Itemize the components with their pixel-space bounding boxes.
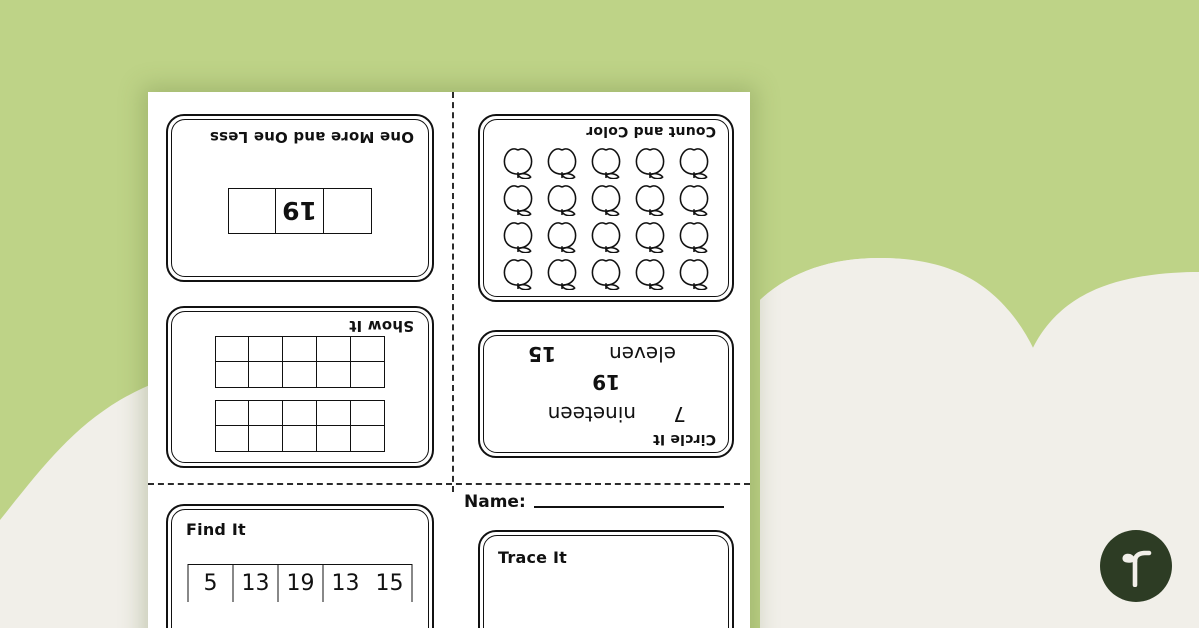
apple-outline-icon[interactable] — [674, 181, 714, 216]
apple-outline-icon[interactable] — [542, 218, 582, 253]
apple-outline-icon[interactable] — [542, 144, 582, 179]
apple-outline-icon[interactable] — [630, 255, 670, 290]
apple-outline-icon[interactable] — [674, 144, 714, 179]
apple-outline-icon[interactable] — [586, 255, 626, 290]
find-it-cell[interactable]: 15 — [367, 564, 413, 602]
find-it-cell[interactable]: 13 — [232, 564, 278, 602]
card-count-and-color[interactable]: Count and Color — [478, 114, 734, 302]
ten-frame-cell[interactable] — [249, 336, 283, 362]
card-circle-it-body: Circle It nineteen 7 19 eleven 15 — [480, 332, 732, 456]
apple-outline-icon[interactable] — [498, 181, 538, 216]
ten-frame-cell[interactable] — [215, 426, 249, 452]
ten-frame-cell[interactable] — [249, 426, 283, 452]
circle-it-option-15[interactable]: 15 — [528, 342, 556, 366]
apple-outline-icon[interactable] — [674, 218, 714, 253]
ten-frame-cell[interactable] — [249, 400, 283, 426]
find-it-cell[interactable]: 5 — [187, 564, 233, 602]
ten-frame-cell[interactable] — [283, 426, 317, 452]
circle-it-option-eleven[interactable]: eleven — [609, 342, 676, 366]
circle-it-option-7[interactable]: 7 — [673, 402, 686, 426]
ten-frames-group — [215, 324, 385, 452]
ten-frame-cell[interactable] — [317, 336, 351, 362]
ten-frame-cell[interactable] — [215, 362, 249, 388]
card-title-one-more-one-less: One More and One Less — [209, 128, 414, 146]
brand-logo[interactable] — [1100, 530, 1172, 602]
ten-frame-cell[interactable] — [249, 362, 283, 388]
card-show-it[interactable]: Show It — [166, 306, 434, 468]
card-find-it[interactable]: Find It 5 13 19 13 15 — [166, 504, 434, 628]
card-one-more-one-less-body: 19 One More and One Less — [168, 116, 432, 280]
card-circle-it[interactable]: Circle It nineteen 7 19 eleven 15 — [478, 330, 734, 458]
apple-outline-icon[interactable] — [674, 255, 714, 290]
card-find-it-body: Find It 5 13 19 13 15 — [168, 506, 432, 628]
apple-outline-icon[interactable] — [498, 255, 538, 290]
card-show-it-body: Show It — [168, 308, 432, 466]
card-title-find-it: Find It — [186, 520, 246, 539]
apple-outline-icon[interactable] — [498, 144, 538, 179]
ten-frame-cell[interactable] — [351, 336, 385, 362]
card-trace-it-body: Trace It — [480, 532, 732, 628]
cut-line-vertical — [452, 92, 454, 492]
worksheet-sheet: 19 One More and One Less Show It Count a… — [148, 92, 750, 628]
page-canvas: 19 One More and One Less Show It Count a… — [0, 0, 1199, 628]
box-one-more[interactable] — [228, 188, 276, 234]
box-given-number: 19 — [276, 188, 324, 234]
name-label: Name: — [464, 492, 526, 512]
box-one-less[interactable] — [324, 188, 372, 234]
apple-outline-icon[interactable] — [586, 218, 626, 253]
apple-outline-icon[interactable] — [542, 255, 582, 290]
ten-frame-cell[interactable] — [215, 336, 249, 362]
circle-it-option-19[interactable]: 19 — [592, 370, 620, 394]
ten-frame-2[interactable] — [215, 336, 385, 388]
apple-grid — [496, 143, 716, 291]
card-title-trace-it: Trace It — [498, 548, 567, 567]
card-one-more-one-less[interactable]: 19 One More and One Less — [166, 114, 434, 282]
card-title-circle-it: Circle It — [652, 431, 716, 447]
name-field[interactable]: Name: — [464, 492, 724, 512]
apple-outline-icon[interactable] — [498, 218, 538, 253]
apple-outline-icon[interactable] — [542, 181, 582, 216]
ten-frame-cell[interactable] — [351, 400, 385, 426]
ten-frame-cell[interactable] — [283, 362, 317, 388]
ten-frame-cell[interactable] — [283, 336, 317, 362]
apple-outline-icon[interactable] — [630, 144, 670, 179]
apple-outline-icon[interactable] — [630, 218, 670, 253]
find-it-cell[interactable]: 19 — [277, 564, 323, 602]
find-it-cell[interactable]: 13 — [322, 564, 368, 602]
card-title-count-and-color: Count and Color — [586, 123, 716, 139]
circle-it-option-nineteen[interactable]: nineteen — [548, 402, 636, 426]
ten-frame-cell[interactable] — [351, 426, 385, 452]
cut-line-horizontal — [148, 483, 750, 485]
ten-frame-cell[interactable] — [317, 400, 351, 426]
card-trace-it[interactable]: Trace It — [478, 530, 734, 628]
apple-outline-icon[interactable] — [630, 181, 670, 216]
ten-frame-1[interactable] — [215, 400, 385, 452]
ten-frame-cell[interactable] — [351, 362, 385, 388]
one-more-one-less-boxes: 19 — [228, 188, 372, 234]
ten-frame-cell[interactable] — [317, 362, 351, 388]
name-write-line[interactable] — [533, 506, 724, 508]
apple-outline-icon[interactable] — [586, 144, 626, 179]
ten-frame-cell[interactable] — [283, 400, 317, 426]
find-it-number-grid: 5 13 19 13 15 — [187, 564, 413, 602]
card-count-and-color-body: Count and Color — [480, 116, 732, 300]
apple-outline-icon[interactable] — [586, 181, 626, 216]
sprout-logo-icon — [1122, 550, 1152, 587]
card-title-show-it: Show It — [348, 317, 414, 335]
ten-frame-cell[interactable] — [317, 426, 351, 452]
ten-frame-cell[interactable] — [215, 400, 249, 426]
